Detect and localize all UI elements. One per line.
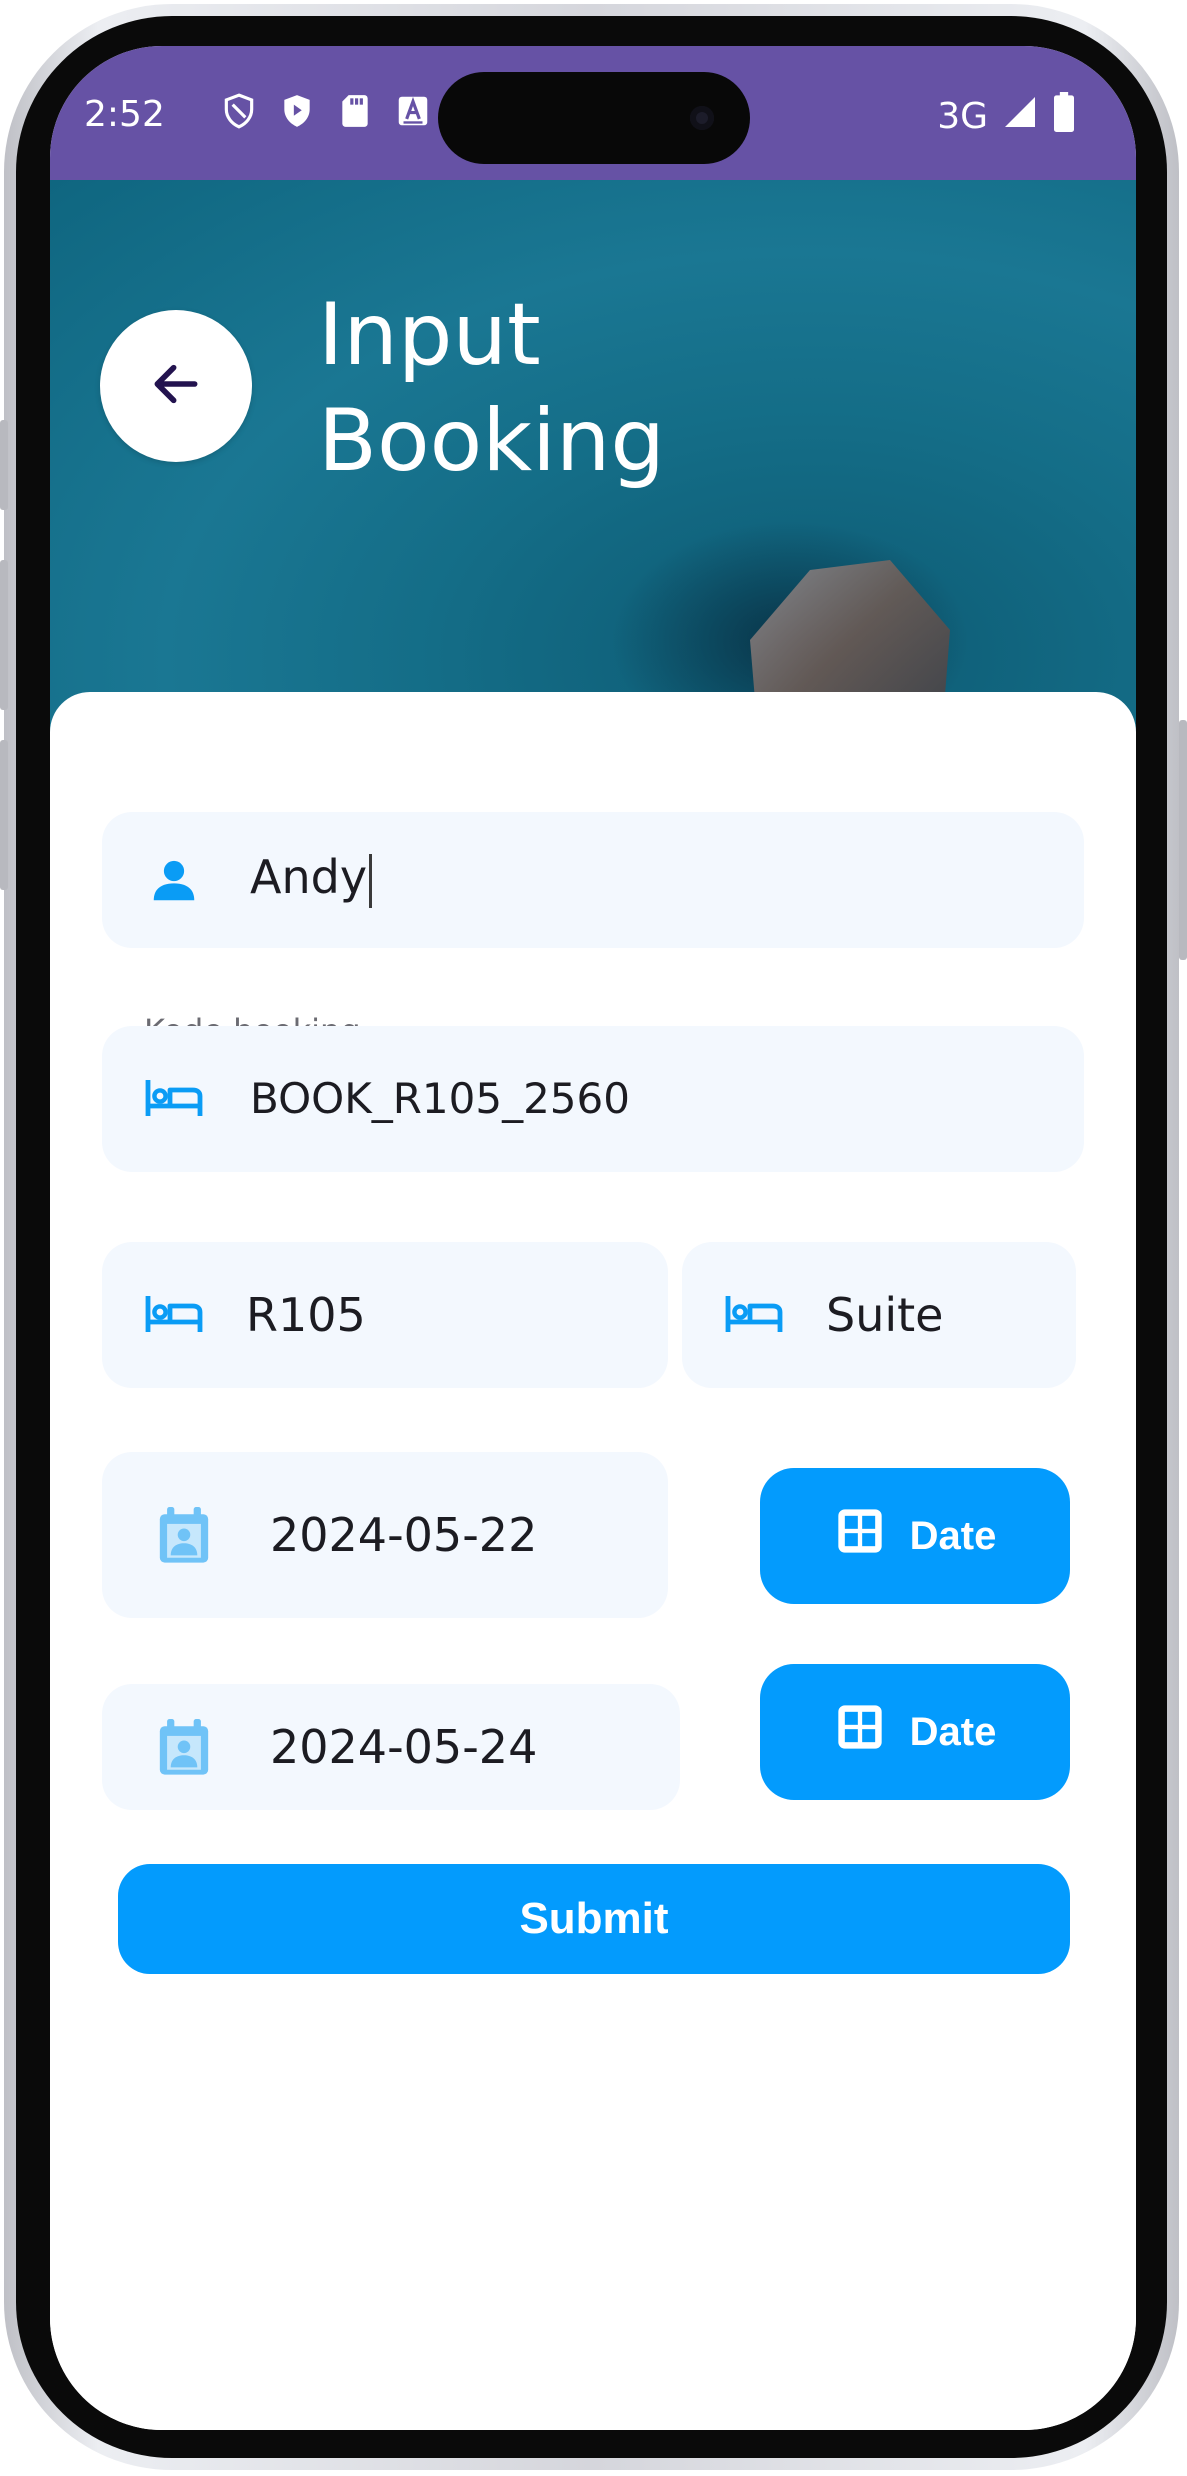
booking-code-field[interactable]: BOOK_R105_2560: [102, 1026, 1084, 1172]
room-type-field[interactable]: Suite: [682, 1242, 1076, 1388]
check-in-date-button[interactable]: Date: [760, 1468, 1070, 1604]
check-in-date-field[interactable]: 2024-05-22: [102, 1452, 668, 1618]
check-out-date-button-label: Date: [909, 1709, 997, 1754]
check-in-date-value: 2024-05-22: [270, 1508, 538, 1562]
submit-button[interactable]: Submit: [118, 1864, 1070, 1974]
status-icons: [220, 92, 432, 130]
power-button: [1179, 720, 1187, 960]
bed-icon: [724, 1288, 784, 1340]
check-in-date-button-label: Date: [909, 1513, 997, 1558]
check-out-date-button[interactable]: Date: [760, 1664, 1070, 1800]
text-caret: [369, 853, 373, 908]
booking-code-value: BOOK_R105_2560: [250, 1074, 630, 1123]
grid-icon: [834, 1701, 886, 1763]
camera-notch: [438, 72, 750, 164]
signal-icon: [1002, 94, 1038, 139]
page-title-line1: Input: [318, 285, 541, 385]
grid-icon: [834, 1505, 886, 1567]
person-icon: [146, 852, 202, 908]
screen: 2:52 3G Input Booking Andy BOOK_R105_256…: [50, 46, 1136, 2430]
bed-icon: [144, 1072, 204, 1124]
status-time: 2:52: [84, 94, 165, 135]
front-camera: [690, 106, 714, 130]
font-icon: [394, 92, 432, 130]
calendar-person-icon: [154, 1504, 214, 1568]
shield-play-icon: [278, 92, 316, 130]
shield-outline-icon: [220, 92, 258, 130]
room-number-value: R105: [246, 1288, 366, 1342]
network-type: 3G: [937, 96, 988, 137]
arrow-left-icon: [148, 356, 204, 417]
page-title-line2: Booking: [318, 391, 666, 491]
name-field[interactable]: Andy: [102, 812, 1084, 948]
page-title: Input Booking: [318, 282, 665, 494]
calendar-person-icon: [154, 1716, 214, 1780]
battery-icon: [1052, 92, 1076, 141]
bed-icon: [144, 1288, 204, 1340]
room-type-value: Suite: [826, 1288, 944, 1342]
room-number-field[interactable]: R105: [102, 1242, 668, 1388]
volume-down-button: [0, 740, 8, 890]
status-right: 3G: [937, 92, 1076, 141]
sd-card-icon: [336, 92, 374, 130]
name-text: Andy: [250, 850, 368, 904]
back-button[interactable]: [100, 310, 252, 462]
volume-up-button: [0, 560, 8, 710]
status-bar: 2:52 3G: [50, 46, 1136, 180]
check-out-date-field[interactable]: 2024-05-24: [102, 1684, 680, 1810]
check-out-date-value: 2024-05-24: [270, 1720, 538, 1774]
side-button: [0, 420, 8, 510]
name-input-value: Andy: [250, 850, 373, 908]
